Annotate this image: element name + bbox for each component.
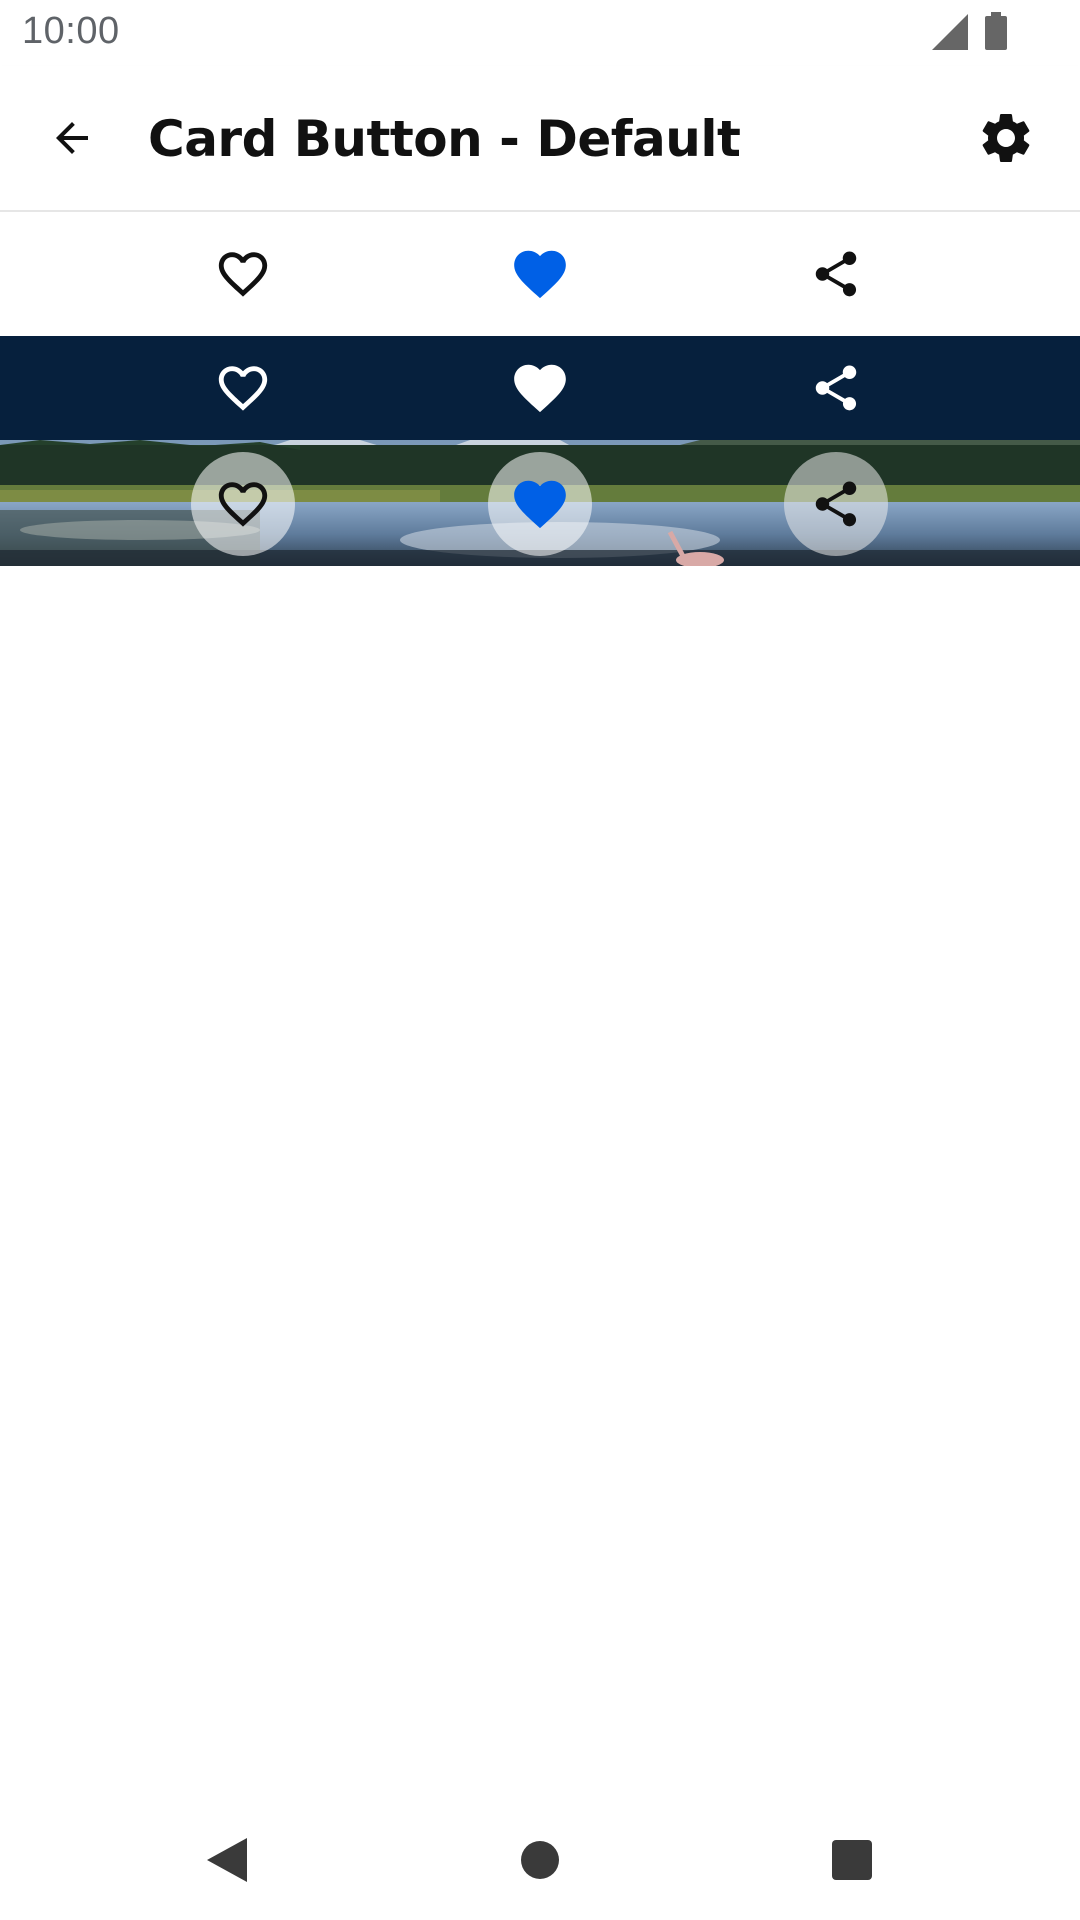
nav-back-triangle-icon (207, 1838, 247, 1882)
screen: 10:00 Card Button - Default (0, 0, 1080, 1920)
share-icon (815, 251, 857, 297)
share-button[interactable] (784, 222, 888, 326)
share-button[interactable] (784, 452, 888, 556)
card-button-row-light (0, 212, 1080, 336)
nav-recents-button[interactable] (822, 1830, 882, 1890)
page-title: Card Button - Default (148, 110, 741, 168)
arrow-back-icon (56, 122, 88, 154)
heart-filled-icon (514, 480, 566, 529)
heart-outline-icon (218, 366, 268, 411)
app-bar: Card Button - Default (0, 66, 1080, 212)
liked-button[interactable] (488, 222, 592, 326)
status-bar: 10:00 (0, 0, 1080, 66)
gear-icon (982, 113, 1030, 162)
heart-filled-icon (514, 250, 566, 299)
nav-recents-square-icon (832, 1840, 872, 1880)
heart-filled-icon (514, 364, 566, 413)
share-icon (815, 365, 857, 411)
card-button-row-dark (0, 336, 1080, 440)
cellular-signal-icon (932, 14, 968, 50)
heart-outline-icon (218, 482, 268, 527)
like-button[interactable] (191, 452, 295, 556)
like-button[interactable] (191, 222, 295, 326)
nav-back-button[interactable] (196, 1830, 256, 1890)
back-button[interactable] (40, 106, 104, 170)
share-button[interactable] (784, 336, 888, 440)
like-button[interactable] (191, 336, 295, 440)
heart-outline-icon (218, 252, 268, 297)
settings-button[interactable] (972, 104, 1040, 172)
liked-button[interactable] (488, 336, 592, 440)
card-button-row-image (0, 440, 1080, 566)
nav-home-button[interactable] (510, 1830, 570, 1890)
share-icon (815, 481, 857, 527)
status-time: 10:00 (22, 10, 120, 52)
system-navigation-bar (0, 1800, 1080, 1920)
battery-icon (985, 12, 1007, 50)
nav-home-circle-icon (521, 1841, 559, 1879)
liked-button[interactable] (488, 452, 592, 556)
